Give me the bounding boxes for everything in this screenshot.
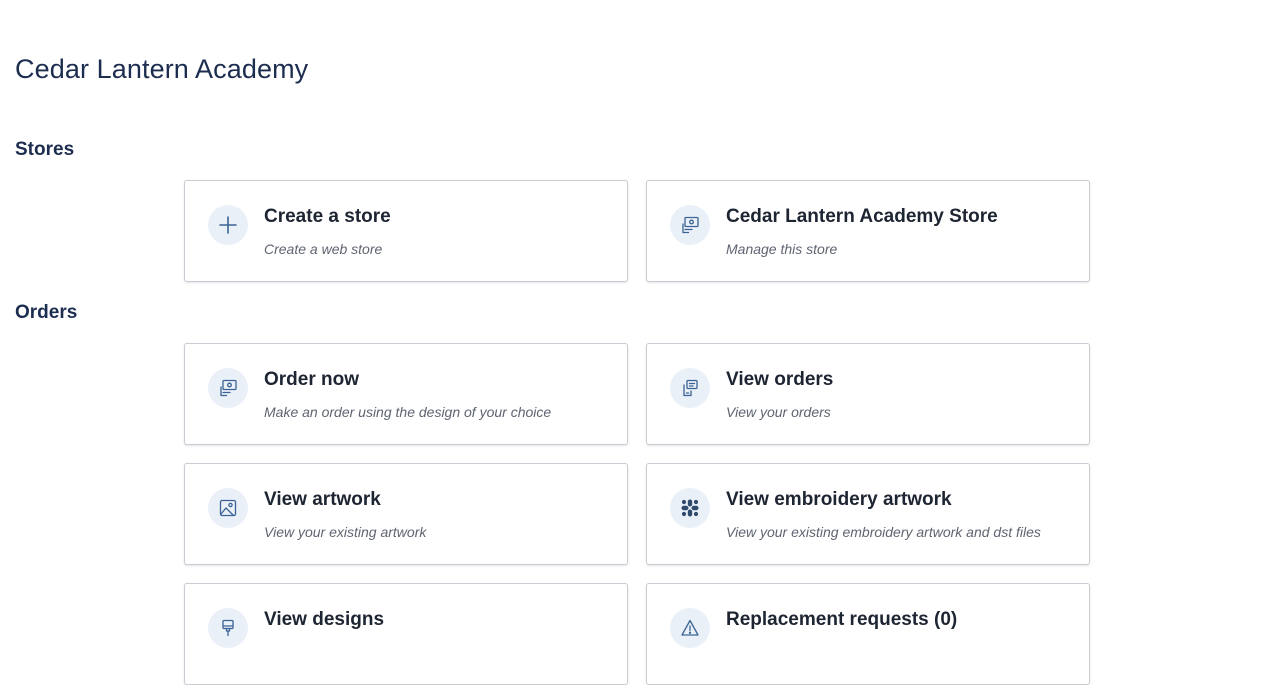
card-title: Cedar Lantern Academy Store [726,206,998,227]
card-title: View embroidery artwork [726,489,952,510]
view-embroidery-artwork-card[interactable]: View embroidery artwork View your existi… [646,463,1090,565]
card-subtitle: View your orders [726,404,831,420]
card-title: View designs [264,609,385,630]
card-subtitle: View your existing artwork [264,524,427,540]
store-display-icon [670,205,710,245]
card-title: Order now [264,369,360,390]
embroidery-icon [670,488,710,528]
card-title: View artwork [264,489,381,510]
card-subtitle: Make an order using the design of your c… [264,404,552,420]
card-title: Replacement requests (0) [726,609,958,630]
paint-brush-icon [208,608,248,648]
section-heading-stores: Stores [15,139,75,160]
order-now-card[interactable]: Order now Make an order using the design… [184,343,628,445]
card-title: Create a store [264,206,391,227]
warning-icon [670,608,710,648]
card-title: View orders [726,369,834,390]
card-subtitle: View your existing embroidery artwork an… [726,524,1041,540]
order-display-icon [208,368,248,408]
view-orders-card[interactable]: View orders View your orders [646,343,1090,445]
view-designs-card[interactable]: View designs [184,583,628,685]
plus-icon [208,205,248,245]
section-heading-orders: Orders [15,302,78,323]
replacement-requests-card[interactable]: Replacement requests (0) [646,583,1090,685]
card-subtitle: Manage this store [726,241,838,257]
manage-store-card[interactable]: Cedar Lantern Academy Store Manage this … [646,180,1090,282]
orders-list-icon [670,368,710,408]
view-artwork-card[interactable]: View artwork View your existing artwork [184,463,628,565]
card-subtitle: Create a web store [264,241,383,257]
page-title: Cedar Lantern Academy [15,54,309,84]
create-store-card[interactable]: Create a store Create a web store [184,180,628,282]
image-icon [208,488,248,528]
